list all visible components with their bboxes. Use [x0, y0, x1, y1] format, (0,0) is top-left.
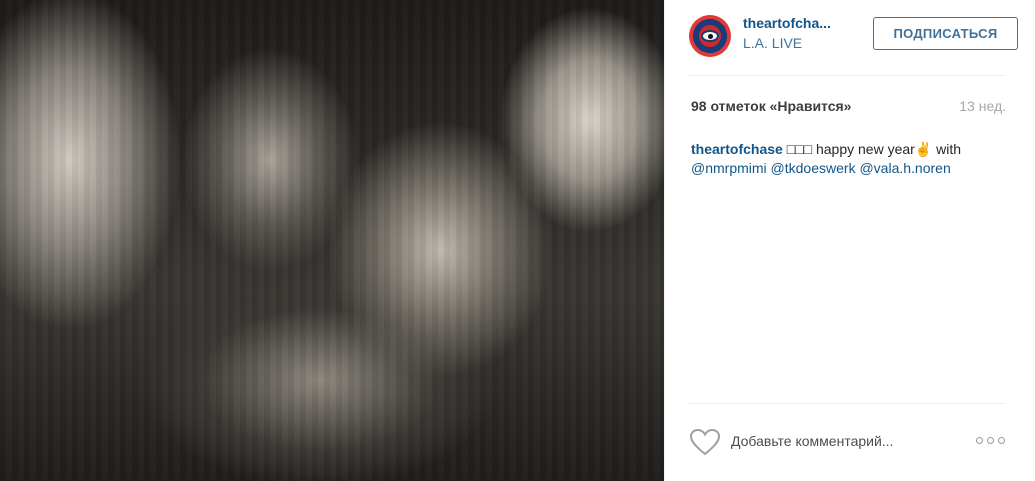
- caption-author-link[interactable]: theartofchase: [691, 141, 783, 157]
- avatar[interactable]: [689, 15, 731, 57]
- dot: [998, 436, 1005, 444]
- author-username-link[interactable]: theartofcha...: [743, 15, 831, 31]
- caption-text: □□□ happy new year✌ with: [782, 141, 962, 157]
- dot: [987, 436, 994, 444]
- dot: [976, 436, 983, 444]
- mention-link[interactable]: @vala.h.noren: [859, 160, 950, 176]
- avatar-eye-logo: [701, 30, 719, 42]
- ellipsis-icon[interactable]: [976, 434, 1006, 446]
- post-caption: theartofchase □□□ happy new year✌ with @…: [691, 140, 1011, 178]
- follow-button[interactable]: ПОДПИСАТЬСЯ: [873, 17, 1018, 50]
- mention-link[interactable]: @tkdoeswerk: [771, 160, 856, 176]
- post-header: theartofcha... L.A. LIVE ПОДПИСАТЬСЯ: [689, 12, 1018, 76]
- location-link[interactable]: L.A. LIVE: [743, 35, 802, 51]
- post-age[interactable]: 13 нед.: [959, 98, 1006, 114]
- comment-input[interactable]: [731, 426, 971, 456]
- comment-bar: [689, 403, 1006, 481]
- post-side-panel: theartofcha... L.A. LIVE ПОДПИСАТЬСЯ 98 …: [664, 0, 1035, 481]
- photo-texture: [0, 0, 664, 481]
- heart-outline-icon[interactable]: [689, 428, 721, 456]
- post-photo[interactable]: [0, 0, 664, 481]
- post-stats: 98 отметок «Нравится» 13 нед.: [689, 98, 1006, 118]
- likes-count[interactable]: 98 отметок «Нравится»: [691, 98, 851, 114]
- mention-link[interactable]: @nmrpmimi: [691, 160, 767, 176]
